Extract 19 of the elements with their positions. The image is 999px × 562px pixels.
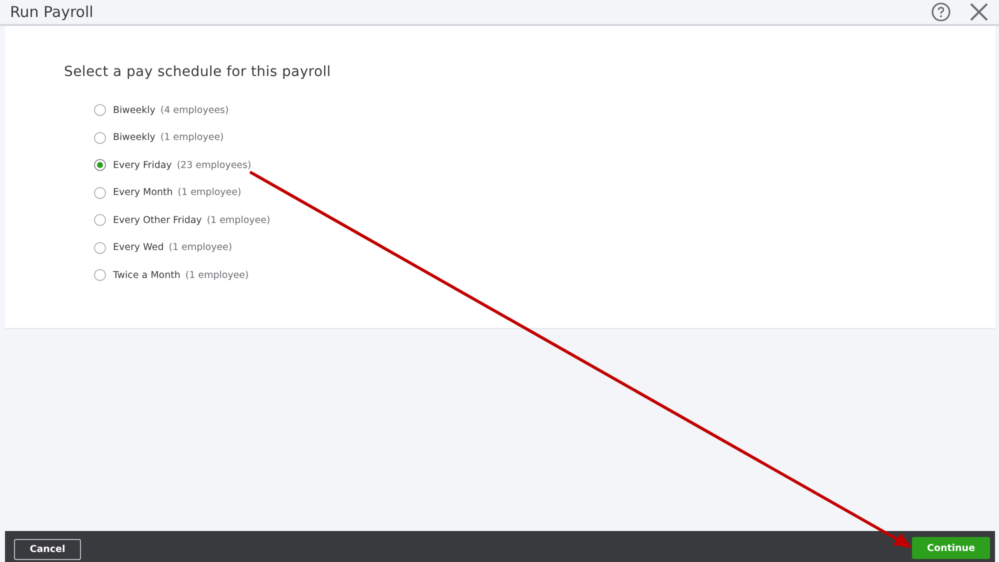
schedule-option[interactable]: Every Month (1 employee): [94, 184, 242, 200]
cancel-button[interactable]: Cancel: [14, 539, 81, 560]
section-heading: Select a pay schedule for this payroll: [64, 64, 332, 80]
help-icon[interactable]: [931, 2, 951, 22]
radio-button[interactable]: [94, 159, 106, 171]
schedule-option[interactable]: Every Friday (23 employees): [94, 157, 252, 173]
radio-button[interactable]: [94, 214, 106, 226]
window-title: Run Payroll: [10, 3, 94, 21]
schedule-option[interactable]: Twice a Month (1 employee): [94, 267, 249, 283]
schedule-option[interactable]: Biweekly (4 employees): [94, 102, 229, 118]
close-icon[interactable]: [969, 2, 989, 22]
radio-button[interactable]: [94, 186, 106, 198]
radio-button[interactable]: [94, 104, 106, 116]
radio-button[interactable]: [94, 269, 106, 281]
schedule-option[interactable]: Biweekly (1 employee): [94, 130, 224, 146]
radio-button[interactable]: [94, 242, 106, 254]
schedule-option[interactable]: Every Wed (1 employee): [94, 240, 232, 256]
radio-button[interactable]: [94, 132, 106, 144]
schedule-option[interactable]: Every Other Friday (1 employee): [94, 212, 270, 228]
